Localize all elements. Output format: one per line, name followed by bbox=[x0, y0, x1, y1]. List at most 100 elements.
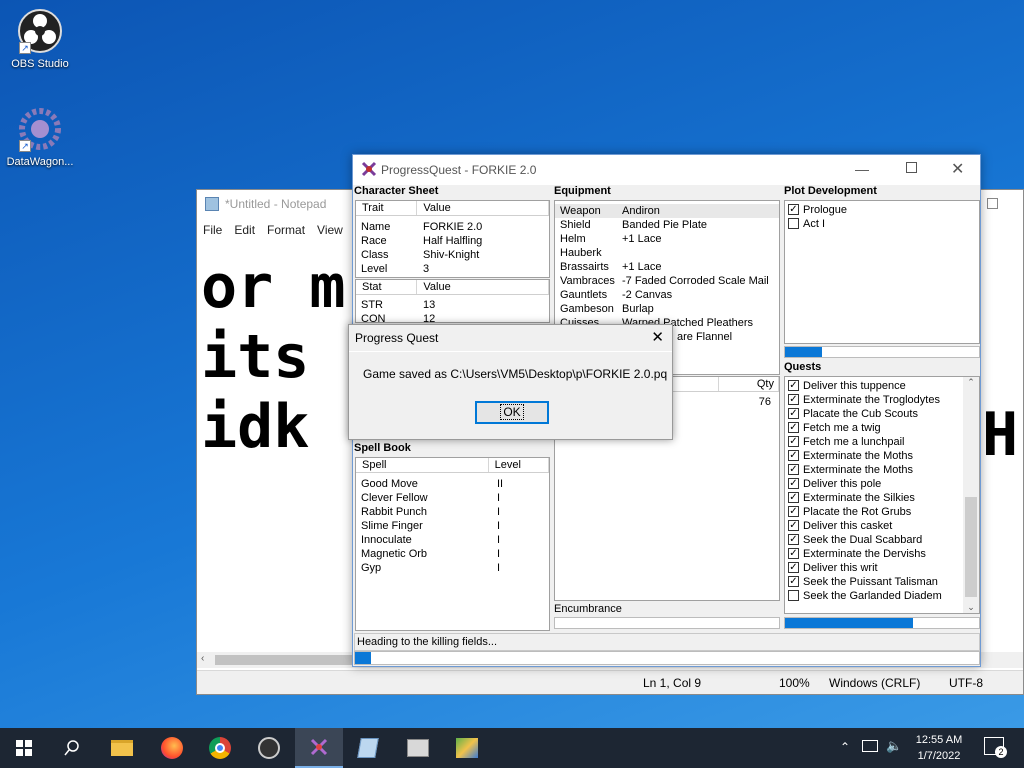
taskbar-obs[interactable] bbox=[245, 728, 293, 768]
checkbox[interactable]: ✓ bbox=[788, 204, 799, 215]
col-header[interactable]: Value bbox=[417, 280, 549, 294]
col-header[interactable]: Stat bbox=[356, 280, 418, 294]
checkbox[interactable]: ✓ bbox=[788, 520, 799, 531]
table-row[interactable]: Shield Banded Pie Plate bbox=[555, 218, 779, 232]
quest-scrollbar[interactable]: ⌃ ⌄ bbox=[963, 377, 979, 613]
checkbox[interactable]: ✓ bbox=[788, 562, 799, 573]
taskbar-app[interactable] bbox=[443, 728, 491, 768]
table-row[interactable]: Helm +1 Lace bbox=[555, 232, 779, 246]
table-row[interactable]: Vambraces -7 Faded Corroded Scale Mail bbox=[555, 274, 779, 288]
menu-file[interactable]: File bbox=[197, 220, 228, 237]
quest-item[interactable]: ✓ Exterminate the Silkies bbox=[785, 491, 979, 505]
taskbar-chrome[interactable] bbox=[196, 728, 244, 768]
checkbox[interactable]: ✓ bbox=[788, 450, 799, 461]
quest-item[interactable]: ✓ Fetch me a twig bbox=[785, 421, 979, 435]
list-item[interactable]: ✓ Prologue bbox=[785, 203, 979, 217]
quest-label: Fetch me a lunchpail bbox=[803, 436, 905, 448]
item: Andiron bbox=[622, 205, 660, 217]
checkbox[interactable]: ✓ bbox=[788, 534, 799, 545]
close-icon[interactable]: ✕ bbox=[951, 159, 964, 179]
scroll-left-icon[interactable]: ‹ bbox=[201, 653, 204, 664]
table-row: Level 3 bbox=[356, 262, 549, 276]
quest-item[interactable]: ✓ Exterminate the Moths bbox=[785, 463, 979, 477]
quest-item[interactable]: ✓ Exterminate the Dervishs bbox=[785, 547, 979, 561]
taskbar-progressquest[interactable] bbox=[295, 728, 343, 768]
list-item: Good Move II bbox=[356, 477, 549, 491]
checkbox[interactable]: ✓ bbox=[788, 492, 799, 503]
quest-item[interactable]: ✓ Placate the Rot Grubs bbox=[785, 505, 979, 519]
checkbox[interactable]: ✓ bbox=[788, 464, 799, 475]
scroll-thumb[interactable] bbox=[965, 497, 977, 597]
checkbox[interactable] bbox=[788, 590, 799, 601]
maximize-icon[interactable] bbox=[987, 198, 998, 209]
desktop-icon-datawagon[interactable]: ↗ DataWagon... bbox=[0, 106, 80, 168]
plot-list[interactable]: ✓ Prologue Act I bbox=[784, 200, 980, 344]
network-icon[interactable] bbox=[862, 740, 878, 752]
checkbox[interactable]: ✓ bbox=[788, 380, 799, 391]
menu-edit[interactable]: Edit bbox=[228, 220, 261, 237]
checkbox[interactable]: ✓ bbox=[788, 478, 799, 489]
taskbar-file-explorer[interactable] bbox=[98, 728, 146, 768]
scroll-up-icon[interactable]: ⌃ bbox=[963, 377, 979, 388]
quest-item[interactable]: ✓ Deliver this writ bbox=[785, 561, 979, 575]
menu-view[interactable]: View bbox=[311, 220, 349, 237]
quest-item[interactable]: ✓ Fetch me a lunchpail bbox=[785, 435, 979, 449]
table-row[interactable]: Hauberk bbox=[555, 246, 779, 260]
quest-item[interactable]: ✓ Placate the Cub Scouts bbox=[785, 407, 979, 421]
checkbox[interactable]: ✓ bbox=[788, 422, 799, 433]
maximize-icon[interactable] bbox=[906, 162, 917, 173]
menu-format[interactable]: Format bbox=[261, 220, 311, 237]
pq-titlebar[interactable]: ProgressQuest - FORKIE 2.0 — ✕ bbox=[353, 155, 980, 185]
ok-button[interactable]: OK bbox=[475, 401, 549, 424]
table-row[interactable]: Gambeson Burlap bbox=[555, 302, 779, 316]
quest-item[interactable]: ✓ Deliver this casket bbox=[785, 519, 979, 533]
table-row[interactable]: Brassairts +1 Lace bbox=[555, 260, 779, 274]
search-button[interactable] bbox=[48, 728, 96, 768]
col-header[interactable]: Level bbox=[489, 458, 549, 472]
taskbar-firefox[interactable] bbox=[148, 728, 196, 768]
obs-icon: ↗ bbox=[17, 8, 63, 54]
quest-item[interactable]: Seek the Garlanded Diadem bbox=[785, 589, 979, 603]
quest-label: Placate the Cub Scouts bbox=[803, 408, 918, 420]
notification-icon[interactable]: 2 bbox=[984, 737, 1007, 758]
taskbar-app[interactable] bbox=[394, 728, 442, 768]
col-header-qty[interactable]: Qty bbox=[719, 377, 779, 391]
taskbar-notepad[interactable] bbox=[344, 728, 392, 768]
checkbox[interactable]: ✓ bbox=[788, 408, 799, 419]
checkbox[interactable]: ✓ bbox=[788, 436, 799, 447]
plot-progress-bar bbox=[784, 346, 980, 358]
quest-item[interactable]: ✓ Seek the Puissant Talisman bbox=[785, 575, 979, 589]
quest-list[interactable]: ✓ Deliver this tuppence ✓ Exterminate the T… bbox=[784, 376, 980, 614]
checkbox[interactable]: ✓ bbox=[788, 576, 799, 587]
minimize-icon[interactable]: — bbox=[855, 161, 869, 177]
checkbox[interactable]: ✓ bbox=[788, 506, 799, 517]
quest-item[interactable]: ✓ Seek the Dual Scabbard bbox=[785, 533, 979, 547]
shortcut-arrow-icon: ↗ bbox=[19, 140, 31, 152]
quest-item[interactable]: ✓ Deliver this pole bbox=[785, 477, 979, 491]
quest-item[interactable]: ✓ Exterminate the Troglodytes bbox=[785, 393, 979, 407]
chevron-up-icon[interactable]: ⌃ bbox=[840, 740, 850, 754]
table-row[interactable]: Gauntlets -2 Canvas bbox=[555, 288, 779, 302]
spell-name: Clever Fellow bbox=[361, 492, 428, 504]
volume-muted-icon[interactable]: 🔈 bbox=[886, 738, 902, 754]
table-row[interactable]: Weapon Andiron bbox=[555, 204, 779, 218]
list-item[interactable]: Act I bbox=[785, 217, 979, 231]
quest-item[interactable]: ✓ Deliver this tuppence bbox=[785, 379, 979, 393]
col-header[interactable]: Value bbox=[417, 201, 549, 215]
checkbox[interactable]: ✓ bbox=[788, 548, 799, 559]
start-button[interactable] bbox=[0, 728, 48, 768]
checkbox[interactable]: ✓ bbox=[788, 394, 799, 405]
spell-list[interactable]: Spell Level Good Move II Clever Fellow I Ra… bbox=[355, 457, 550, 631]
desktop-icon-obs[interactable]: ↗ OBS Studio bbox=[0, 8, 80, 70]
col-header[interactable]: Trait bbox=[356, 201, 418, 215]
quest-item[interactable]: ✓ Exterminate the Moths bbox=[785, 449, 979, 463]
scroll-thumb[interactable] bbox=[215, 655, 355, 665]
clock[interactable]: 12:55 AM 1/7/2022 bbox=[906, 732, 972, 764]
save-dialog[interactable]: Progress Quest ✕ Game saved as C:\Users\… bbox=[348, 324, 673, 440]
stats-list[interactable]: Stat Value STR 13 CON 12 bbox=[355, 279, 550, 323]
scroll-down-icon[interactable]: ⌄ bbox=[963, 602, 979, 613]
traits-list[interactable]: Trait Value Name FORKIE 2.0 Race Half Halfl… bbox=[355, 200, 550, 278]
close-icon[interactable]: ✕ bbox=[651, 328, 664, 346]
checkbox[interactable] bbox=[788, 218, 799, 229]
col-header[interactable]: Spell bbox=[356, 458, 489, 472]
